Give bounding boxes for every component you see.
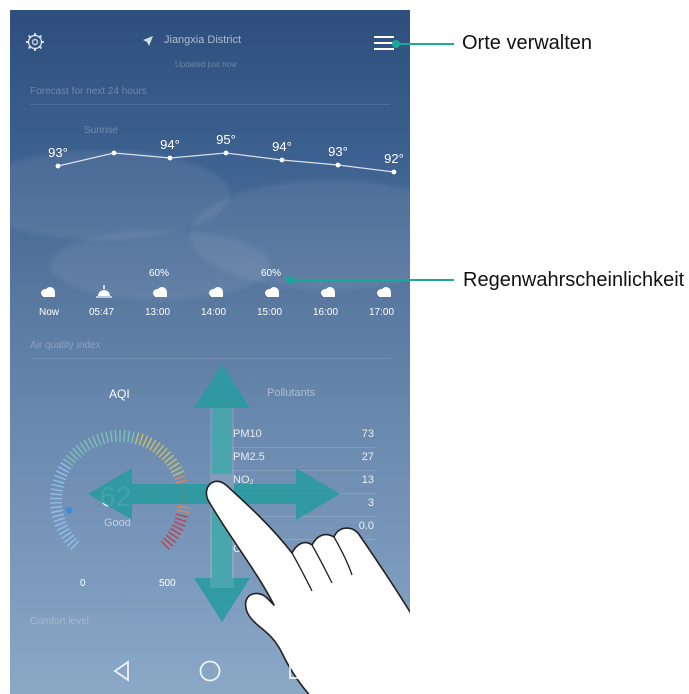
callout-line-precip bbox=[290, 279, 454, 281]
temperature-point bbox=[335, 162, 341, 168]
cloud-icon bbox=[153, 287, 167, 297]
callout-precipitation: Regenwahrscheinlichkeit bbox=[463, 269, 685, 291]
temperature-chart: 93° 94° 95° 94° 93° 92° bbox=[48, 132, 404, 175]
precip-probability: 60% bbox=[261, 268, 282, 279]
divider bbox=[30, 358, 390, 359]
divider bbox=[30, 104, 390, 105]
gauge-tick bbox=[50, 505, 63, 509]
gauge-tick bbox=[52, 479, 65, 484]
gauge-tick bbox=[51, 483, 64, 488]
hour-time: 15:00 bbox=[257, 307, 283, 318]
gauge-tick bbox=[50, 493, 63, 496]
air-quality-title: Air quality index bbox=[30, 340, 101, 351]
gauge-tick bbox=[50, 501, 63, 504]
temperature-point bbox=[223, 150, 229, 156]
sunrise-icon bbox=[96, 285, 112, 298]
pollutant-value: 73 bbox=[361, 428, 374, 440]
temperature-label: 93° bbox=[48, 145, 68, 160]
partly-cloudy-icon bbox=[209, 287, 223, 297]
temperature-point bbox=[111, 150, 117, 156]
callout-manage-locations: Orte verwalten bbox=[462, 32, 593, 54]
callout-dot-menu bbox=[392, 40, 400, 48]
gauge-tick bbox=[54, 520, 67, 527]
precip-probability: 60% bbox=[149, 268, 170, 279]
temperature-label: 95° bbox=[216, 132, 236, 147]
hour-time: 17:00 bbox=[369, 307, 395, 318]
back-triangle-icon[interactable] bbox=[112, 660, 132, 682]
gauge-tick bbox=[50, 509, 64, 514]
temperature-label: 93° bbox=[328, 144, 348, 159]
temperature-label: 94° bbox=[272, 139, 292, 154]
hour-time: 16:00 bbox=[313, 307, 339, 318]
partly-cloudy-icon bbox=[321, 287, 335, 297]
system-navigation-bar bbox=[10, 654, 410, 694]
hour-time: 13:00 bbox=[145, 307, 171, 318]
gauge-tick bbox=[50, 488, 63, 492]
sunrise-label: Sunrise bbox=[84, 125, 118, 136]
temperature-point bbox=[167, 155, 173, 161]
gear-icon bbox=[26, 33, 44, 51]
hour-time: 14:00 bbox=[201, 307, 227, 318]
cloud-icon bbox=[265, 287, 279, 297]
arrow-left-icon bbox=[88, 468, 210, 520]
home-circle-icon[interactable] bbox=[198, 659, 222, 683]
temperature-point bbox=[279, 157, 285, 163]
settings-icon[interactable] bbox=[25, 32, 45, 52]
gauge-tick bbox=[54, 474, 66, 481]
callout-dot-precip bbox=[286, 276, 294, 284]
hour-time: 05:47 bbox=[89, 307, 115, 318]
temperature-label: 94° bbox=[160, 137, 180, 152]
gauge-tick bbox=[51, 513, 64, 518]
gauge-tick bbox=[53, 517, 66, 523]
temperature-point bbox=[391, 169, 397, 175]
recents-square-icon[interactable] bbox=[288, 660, 308, 680]
pollutant-value: 27 bbox=[361, 451, 374, 463]
partly-cloudy-icon bbox=[41, 287, 55, 297]
callout-line-menu bbox=[396, 43, 454, 45]
temperature-label: 92° bbox=[384, 151, 404, 166]
hour-time: Now bbox=[39, 307, 60, 318]
partly-cloudy-icon bbox=[377, 287, 391, 297]
temperature-point bbox=[55, 163, 61, 169]
location-arrow-icon bbox=[143, 36, 153, 46]
gauge-tick bbox=[56, 524, 69, 532]
weather-app-screen: Jiangxia District Updated just now Forec… bbox=[10, 10, 410, 694]
update-time: Updated just now bbox=[175, 60, 237, 69]
location-name: Jiangxia District bbox=[164, 34, 242, 46]
gauge-tick bbox=[55, 470, 68, 477]
forecast-title: Forecast for next 24 hours bbox=[30, 86, 147, 97]
